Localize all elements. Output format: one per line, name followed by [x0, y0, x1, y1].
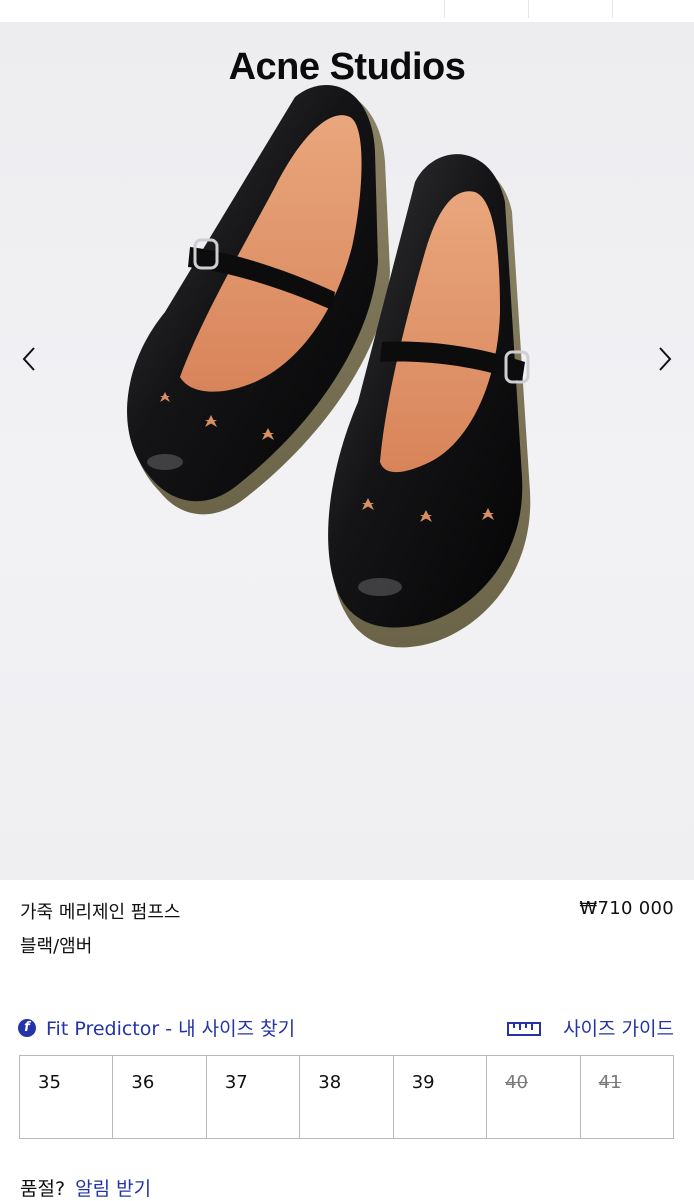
- product-color: 블랙/앰버: [20, 936, 93, 957]
- size-option-39[interactable]: 39: [394, 1056, 488, 1138]
- product-image: [127, 84, 531, 648]
- notify-me-link[interactable]: 알림 받기: [75, 1178, 151, 1200]
- next-image-button[interactable]: [650, 344, 680, 374]
- ruler-icon: [507, 1021, 542, 1036]
- top-bar: [0, 0, 694, 23]
- product-price: ₩710 000: [579, 898, 674, 919]
- size-option-37[interactable]: 37: [207, 1056, 301, 1138]
- top-bar-divider: [612, 0, 613, 18]
- size-guide-label: 사이즈 가이드: [563, 1018, 674, 1040]
- brand-logo: Acne Studios: [228, 46, 466, 88]
- product-image-carousel[interactable]: Acne Studios: [0, 22, 694, 880]
- size-option-38[interactable]: 38: [300, 1056, 394, 1138]
- size-selector: 35 36 37 38 39 40 41: [19, 1055, 674, 1139]
- size-guide-link[interactable]: 사이즈 가이드: [507, 1014, 674, 1041]
- size-option-41-soldout[interactable]: 41: [581, 1056, 673, 1138]
- fit-predictor-label: Fit Predictor - 내 사이즈 찾기: [46, 1018, 296, 1040]
- size-option-35[interactable]: 35: [20, 1056, 114, 1138]
- soldout-question: 품절?: [20, 1178, 66, 1200]
- chevron-right-icon: [659, 347, 672, 371]
- fit-predictor-icon: f: [18, 1018, 36, 1037]
- size-option-36[interactable]: 36: [113, 1056, 207, 1138]
- chevron-left-icon: [22, 347, 35, 371]
- size-option-40-soldout[interactable]: 40: [487, 1056, 581, 1138]
- prev-image-button[interactable]: [14, 344, 44, 374]
- top-bar-divider: [528, 0, 529, 18]
- product-name: 가죽 메리제인 펌프스: [20, 902, 181, 923]
- product-info: 가죽 메리제인 펌프스 블랙/앰버 ₩710 000 f Fit Predict…: [0, 880, 694, 1200]
- top-bar-divider: [444, 0, 445, 18]
- fit-predictor-link[interactable]: f Fit Predictor - 내 사이즈 찾기: [18, 1014, 295, 1041]
- soldout-notice: 품절? 알림 받기: [20, 1174, 151, 1201]
